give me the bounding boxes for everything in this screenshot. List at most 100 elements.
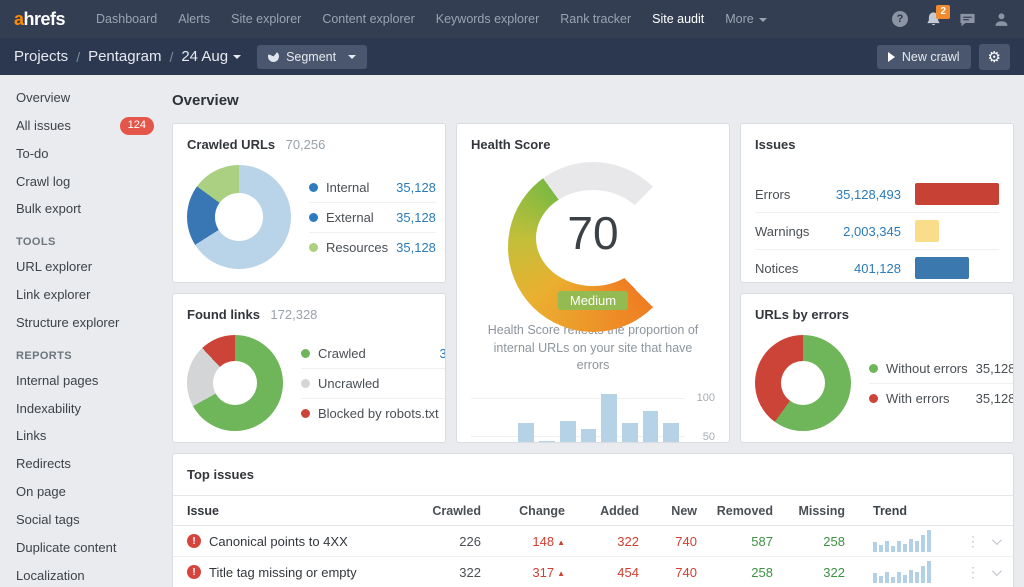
settings-button[interactable]: ⚙ <box>979 44 1010 70</box>
new-value[interactable]: 740 <box>639 565 697 580</box>
sidebar-item-internal-pages[interactable]: Internal pages <box>16 372 154 391</box>
col-issue[interactable]: Issue <box>187 504 417 518</box>
breadcrumb-site[interactable]: Pentagram <box>88 48 161 65</box>
new-value[interactable]: 740 <box>639 534 697 549</box>
sidebar-item-on-page[interactable]: On page <box>16 483 154 502</box>
col-new[interactable]: New <box>639 504 697 518</box>
new-crawl-button[interactable]: New crawl <box>877 45 971 69</box>
help-icon[interactable]: ? <box>892 11 908 27</box>
legend-item-without-errors[interactable]: Without errors35,128 <box>869 354 1014 384</box>
legend-item-uncrawled[interactable]: Uncrawled3,128 <box>301 369 446 399</box>
urls-by-errors-donut-chart <box>755 335 851 431</box>
warnings-bar[interactable] <box>915 220 939 242</box>
pie-icon <box>266 49 281 64</box>
removed-value[interactable]: 587 <box>697 534 773 549</box>
sidebar-item-indexability[interactable]: Indexability <box>16 400 154 419</box>
chevron-down-icon <box>348 55 356 59</box>
col-removed[interactable]: Removed <box>697 504 773 518</box>
top-issues-card: Top issues Issue Crawled Change Added Ne… <box>172 453 1014 587</box>
play-icon <box>888 52 895 62</box>
legend-item-internal[interactable]: Internal35,128 <box>309 173 436 203</box>
sidebar-item-link-explorer[interactable]: Link explorer <box>16 286 154 305</box>
issues-card: Issues Errors35,128,493 Warnings2,003,34… <box>740 123 1014 283</box>
added-value[interactable]: 322 <box>565 534 639 549</box>
crawled-value[interactable]: 322 <box>417 565 481 580</box>
chat-icon[interactable] <box>959 11 976 28</box>
card-title: URLs by errors <box>755 307 849 322</box>
sidebar-item-redirects[interactable]: Redirects <box>16 455 154 474</box>
missing-value[interactable]: 258 <box>773 534 845 549</box>
nav-more[interactable]: More <box>725 12 766 26</box>
change-value[interactable]: 317▲ <box>481 565 565 580</box>
legend-item-with-errors[interactable]: With errors35,128 <box>869 384 1014 413</box>
ahrefs-logo[interactable]: ahrefs <box>14 9 65 30</box>
issues-row-errors: Errors35,128,493 <box>755 176 999 213</box>
segment-button[interactable]: Segment <box>257 45 367 69</box>
trend-sparkline[interactable] <box>873 561 935 583</box>
col-added[interactable]: Added <box>565 504 639 518</box>
crawl-date-dropdown[interactable]: 24 Aug <box>181 48 241 65</box>
issue-name-link[interactable]: Title tag missing or empty <box>209 565 357 580</box>
sidebar-item-overview[interactable]: Overview <box>16 89 154 108</box>
col-change[interactable]: Change <box>481 504 565 518</box>
removed-value[interactable]: 258 <box>697 565 773 580</box>
trend-sparkline[interactable] <box>873 530 935 552</box>
legend-item-crawled[interactable]: Crawled35,128 <box>301 339 446 369</box>
card-title: Health Score <box>471 137 550 152</box>
added-value[interactable]: 454 <box>565 565 639 580</box>
sidebar-item-all-issues[interactable]: All issues124 <box>16 117 154 136</box>
sidebar-item-links[interactable]: Links <box>16 427 154 446</box>
triangle-up-icon: ▲ <box>557 538 565 547</box>
sidebar-item-url-explorer[interactable]: URL explorer <box>16 258 154 277</box>
col-missing[interactable]: Missing <box>773 504 845 518</box>
crawled-value[interactable]: 226 <box>417 534 481 549</box>
expand-chevron-icon[interactable] <box>992 535 1002 545</box>
col-trend[interactable]: Trend <box>845 504 953 518</box>
errors-bar[interactable] <box>915 183 999 205</box>
health-score-gauge: 70 Medium <box>508 162 678 314</box>
kebab-menu-icon[interactable]: ⋮ <box>966 533 980 550</box>
sidebar-item-todo[interactable]: To-do <box>16 145 154 164</box>
table-row: ! Title tag missing or empty 322 317▲ 454… <box>173 557 1013 587</box>
breadcrumb-separator: / <box>76 49 80 65</box>
nav-dashboard[interactable]: Dashboard <box>96 12 157 26</box>
kebab-menu-icon[interactable]: ⋮ <box>966 564 980 581</box>
health-score-history-chart: 19 Jul 19 Aug 100 50 0 <box>471 389 715 444</box>
urls-by-errors-legend: Without errors35,128 With errors35,128 <box>869 354 1014 413</box>
breadcrumb-projects[interactable]: Projects <box>14 48 68 65</box>
crawled-dot-icon <box>301 349 310 358</box>
nav-content-explorer[interactable]: Content explorer <box>322 12 414 26</box>
error-icon: ! <box>187 534 201 548</box>
notices-bar[interactable] <box>915 257 969 279</box>
sidebar-item-structure-explorer[interactable]: Structure explorer <box>16 314 154 333</box>
error-icon: ! <box>187 565 201 579</box>
sidebar-item-crawl-log[interactable]: Crawl log <box>16 173 154 192</box>
nav-site-audit[interactable]: Site audit <box>652 12 704 26</box>
without-errors-dot-icon <box>869 364 878 373</box>
missing-value[interactable]: 322 <box>773 565 845 580</box>
chevron-down-icon <box>759 18 767 22</box>
found-links-card: Found links 172,328 Crawled35,128 Uncraw… <box>172 293 446 443</box>
nav-rank-tracker[interactable]: Rank tracker <box>560 12 631 26</box>
legend-item-resources[interactable]: Resources35,128 <box>309 233 436 262</box>
sidebar-item-duplicate-content[interactable]: Duplicate content <box>16 539 154 558</box>
notifications-button[interactable]: 2 <box>925 11 942 28</box>
nav-site-explorer[interactable]: Site explorer <box>231 12 301 26</box>
legend-item-external[interactable]: External35,128 <box>309 203 436 233</box>
nav-alerts[interactable]: Alerts <box>178 12 210 26</box>
col-crawled[interactable]: Crawled <box>417 504 481 518</box>
expand-chevron-icon[interactable] <box>992 566 1002 576</box>
user-icon[interactable] <box>993 11 1010 28</box>
sidebar-item-localization[interactable]: Localization <box>16 567 154 586</box>
triangle-up-icon: ▲ <box>557 569 565 578</box>
sidebar-item-social-tags[interactable]: Social tags <box>16 511 154 530</box>
nav-keywords-explorer[interactable]: Keywords explorer <box>436 12 540 26</box>
history-bars[interactable] <box>471 389 685 444</box>
change-value[interactable]: 148▲ <box>481 534 565 549</box>
card-title: Issues <box>755 137 795 152</box>
crawled-urls-card: Crawled URLs 70,256 Internal35,128 Exter… <box>172 123 446 283</box>
sidebar-item-bulk-export[interactable]: Bulk export <box>16 200 154 219</box>
issue-name-link[interactable]: Canonical points to 4XX <box>209 534 348 549</box>
page-title: Overview <box>172 92 1014 109</box>
legend-item-blocked[interactable]: Blocked by robots.txt3,128 <box>301 399 446 428</box>
